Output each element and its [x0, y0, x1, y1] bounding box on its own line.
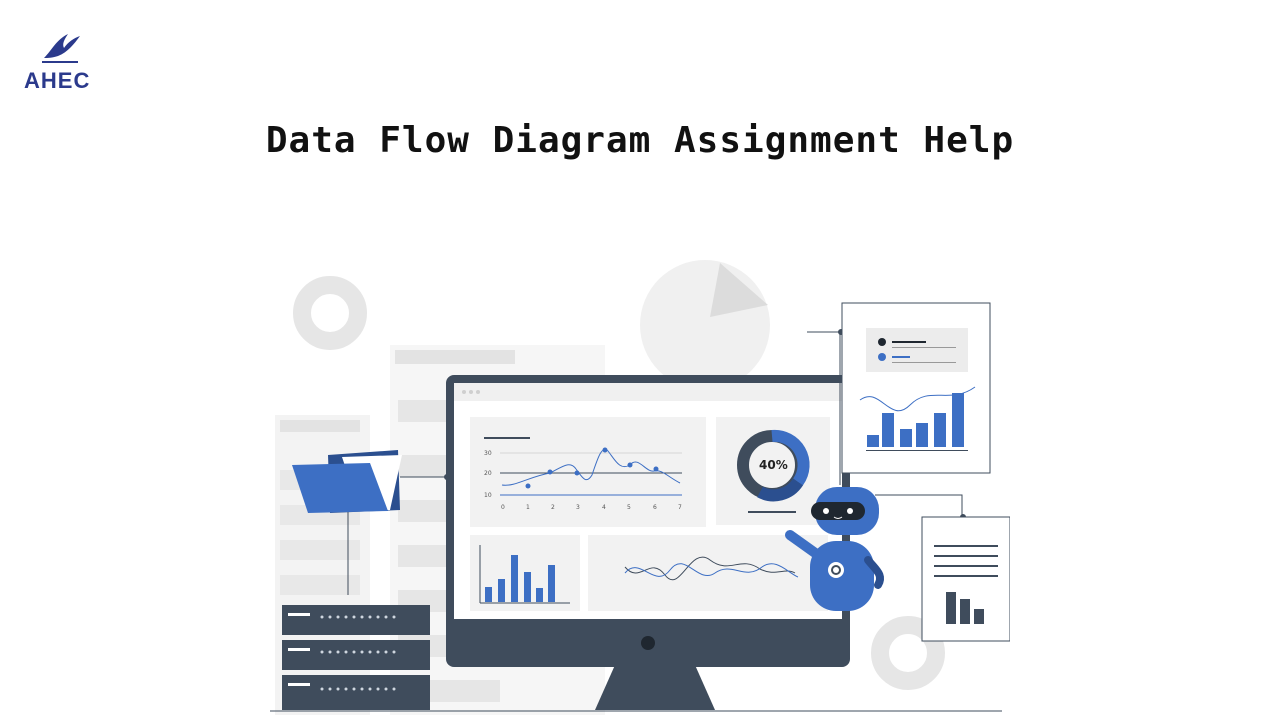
bar-chart-panel [470, 535, 580, 611]
server-stack [282, 605, 430, 710]
y-tick-30: 30 [484, 450, 492, 457]
y-tick-10: 10 [484, 492, 492, 499]
x-tick-3: 3 [576, 504, 580, 511]
donut-percent-label: 40% [759, 458, 788, 472]
wave-chart-panel [588, 535, 828, 611]
x-tick-2: 2 [551, 504, 555, 511]
y-tick-20: 20 [484, 470, 492, 477]
logo-text: AHEC [24, 68, 91, 93]
x-tick-4: 4 [602, 504, 606, 511]
x-tick-5: 5 [627, 504, 631, 511]
background-donut-top-left [293, 276, 367, 350]
background-pie-chart [640, 260, 770, 390]
ahec-logo[interactable]: AHEC [20, 28, 100, 94]
page-title: Data Flow Diagram Assignment Help [265, 120, 1015, 161]
x-tick-1: 1 [526, 504, 530, 511]
x-tick-7: 7 [678, 504, 682, 511]
swallow-bird-icon [38, 28, 82, 72]
line-chart-panel: 30 20 10 0 1 2 3 4 5 6 7 [470, 417, 706, 527]
monitor: 30 20 10 0 1 2 3 4 5 6 7 40% [446, 375, 850, 710]
data-analytics-illustration: 30 20 10 0 1 2 3 4 5 6 7 40% [270, 255, 1011, 719]
x-tick-6: 6 [653, 504, 657, 511]
x-tick-0: 0 [501, 504, 505, 511]
